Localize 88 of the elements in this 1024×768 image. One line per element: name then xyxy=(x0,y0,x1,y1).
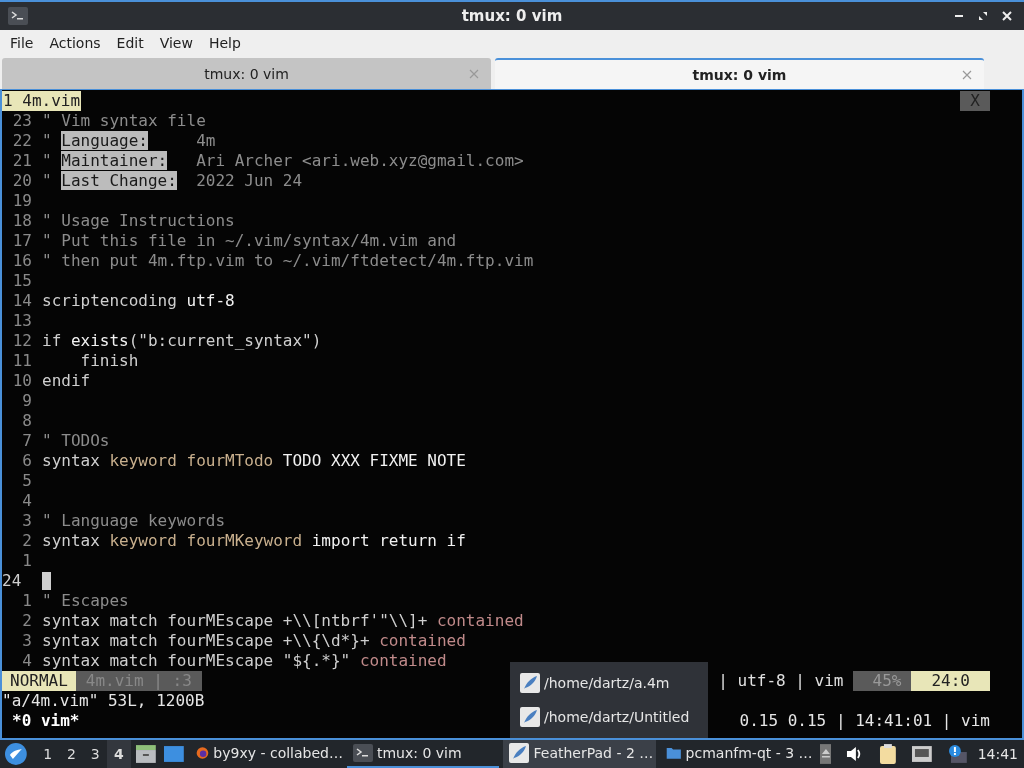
code-line: " Escapes xyxy=(42,591,129,611)
line-number: 4 xyxy=(21,651,32,671)
eject-icon[interactable] xyxy=(819,744,832,764)
menu-item[interactable]: Edit xyxy=(108,35,152,51)
feather-icon xyxy=(520,707,540,727)
code-line: syntax keyword fourMKeyword import return if xyxy=(42,531,466,551)
menu-item[interactable]: View xyxy=(151,35,201,51)
line-number: 3 xyxy=(21,631,32,651)
code-line: syntax match fourMEscape +\\{\d*}+ contained xyxy=(42,631,466,651)
feather-icon xyxy=(520,673,540,693)
line-number: 1 xyxy=(21,591,32,611)
code-line: syntax match fourMEscape "${.*}" contained xyxy=(42,651,447,671)
taskbar-button[interactable]: by9xy - collabed… xyxy=(190,740,343,768)
line-number: 11 xyxy=(11,351,32,371)
line-number: 7 xyxy=(21,431,32,451)
line-number: 4 xyxy=(21,491,32,511)
code-line: " Language: 4m xyxy=(42,131,216,151)
menu-item[interactable]: Actions xyxy=(41,35,109,51)
line-number: 3 xyxy=(21,511,32,531)
line-number: 22 xyxy=(11,131,32,151)
code-line: syntax match fourMEscape +\\[ntbrf'"\\]+ contained xyxy=(42,611,524,631)
line-number: 6 xyxy=(21,451,32,471)
code-line: finish xyxy=(79,351,139,371)
line-number: 24 xyxy=(2,571,23,591)
maximize-icon[interactable] xyxy=(978,11,988,21)
code-line: " Usage Instructions xyxy=(42,211,235,231)
message-line: "a/4m.vim" 53L, 1200B xyxy=(2,691,205,711)
tmux-status-info: 0.15 0.15 | 14:41:01 | vim xyxy=(739,711,990,731)
line-number: 1 xyxy=(21,551,32,571)
text-cursor xyxy=(42,572,51,590)
code-line: " TODOs xyxy=(42,431,110,451)
terminal-icon xyxy=(352,744,373,762)
window-title: tmux: 0 vim xyxy=(460,7,564,25)
popup-item[interactable]: /home/dartz/a.4m xyxy=(510,666,708,700)
code-line: scriptencoding utf-8 xyxy=(42,291,235,311)
line-number: 2 xyxy=(21,531,32,551)
code-line: " Language keywords xyxy=(42,511,226,531)
line-number: 10 xyxy=(11,371,32,391)
taskbar-button[interactable]: pcmanfm-qt - 3 … xyxy=(660,740,813,768)
line-number: 15 xyxy=(11,271,32,291)
workspace-button[interactable]: 4 xyxy=(107,740,131,768)
line-number: 18 xyxy=(11,211,32,231)
line-number: 12 xyxy=(11,331,32,351)
mode-indicator: NORMAL xyxy=(2,671,76,691)
line-number: 19 xyxy=(11,191,32,211)
start-menu-icon[interactable] xyxy=(4,742,28,766)
tab[interactable]: tmux: 0 vim xyxy=(2,58,491,89)
code-line: " then put 4m.ftp.vim to ~/.vim/ftdetect/4m.ftp.vim xyxy=(42,251,534,271)
tab[interactable]: tmux: 0 vim xyxy=(495,58,984,89)
line-number: 23 xyxy=(11,111,32,131)
line-number: 2 xyxy=(21,611,32,631)
line-number: 16 xyxy=(11,251,32,271)
tmux-window-name: *0 vim* xyxy=(11,711,80,731)
line-number: 20 xyxy=(11,171,32,191)
status-position: 24:0 xyxy=(911,671,990,691)
code-line: endif xyxy=(42,371,91,391)
line-number: 9 xyxy=(21,391,32,411)
line-number: 5 xyxy=(21,471,32,491)
network-icon[interactable] xyxy=(911,745,933,763)
code-line: syntax keyword fourMTodo TODO XXX FIXME NOTE xyxy=(42,451,466,471)
file-cabinet-icon[interactable] xyxy=(134,743,157,765)
code-line: " Vim syntax file xyxy=(42,111,206,131)
update-notification-icon[interactable] xyxy=(946,744,967,764)
menu-item[interactable]: File xyxy=(2,35,42,51)
code-line: " Maintainer: Ari Archer <ari.web.xyz@gmail.com> xyxy=(42,151,524,171)
terminal-icon xyxy=(8,7,28,25)
code-line: " Last Change: 2022 Jun 24 xyxy=(42,171,303,191)
menu-item[interactable]: Help xyxy=(200,35,249,51)
line-number: 17 xyxy=(11,231,32,251)
code-line: " Put this file in ~/.vim/syntax/4m.vim and xyxy=(42,231,457,251)
desktop-icon[interactable] xyxy=(162,743,185,765)
tmux-window-tab[interactable]: 1 4m.vim xyxy=(2,91,82,111)
taskbar-button[interactable]: FeatherPad - 2 … xyxy=(503,740,657,768)
code-line: if exists("b:current_syntax") xyxy=(42,331,322,351)
clipboard-icon[interactable] xyxy=(879,743,898,765)
status-encoding: | utf-8 | vim xyxy=(718,671,845,691)
line-number: 13 xyxy=(11,311,32,331)
workspace-button[interactable]: 2 xyxy=(59,740,84,768)
workspace-button[interactable]: 1 xyxy=(35,740,60,768)
status-percent: 45% xyxy=(853,671,912,691)
workspace-button[interactable]: 3 xyxy=(83,740,108,768)
feather-icon xyxy=(509,743,530,763)
popup-item[interactable]: /home/dartz/Untitled xyxy=(510,700,708,734)
clock: 14:41 xyxy=(977,746,1018,762)
line-number: 8 xyxy=(21,411,32,431)
line-number: 14 xyxy=(11,291,32,311)
taskbar-button[interactable]: tmux: 0 vim xyxy=(346,740,500,768)
line-number: 21 xyxy=(11,151,32,171)
